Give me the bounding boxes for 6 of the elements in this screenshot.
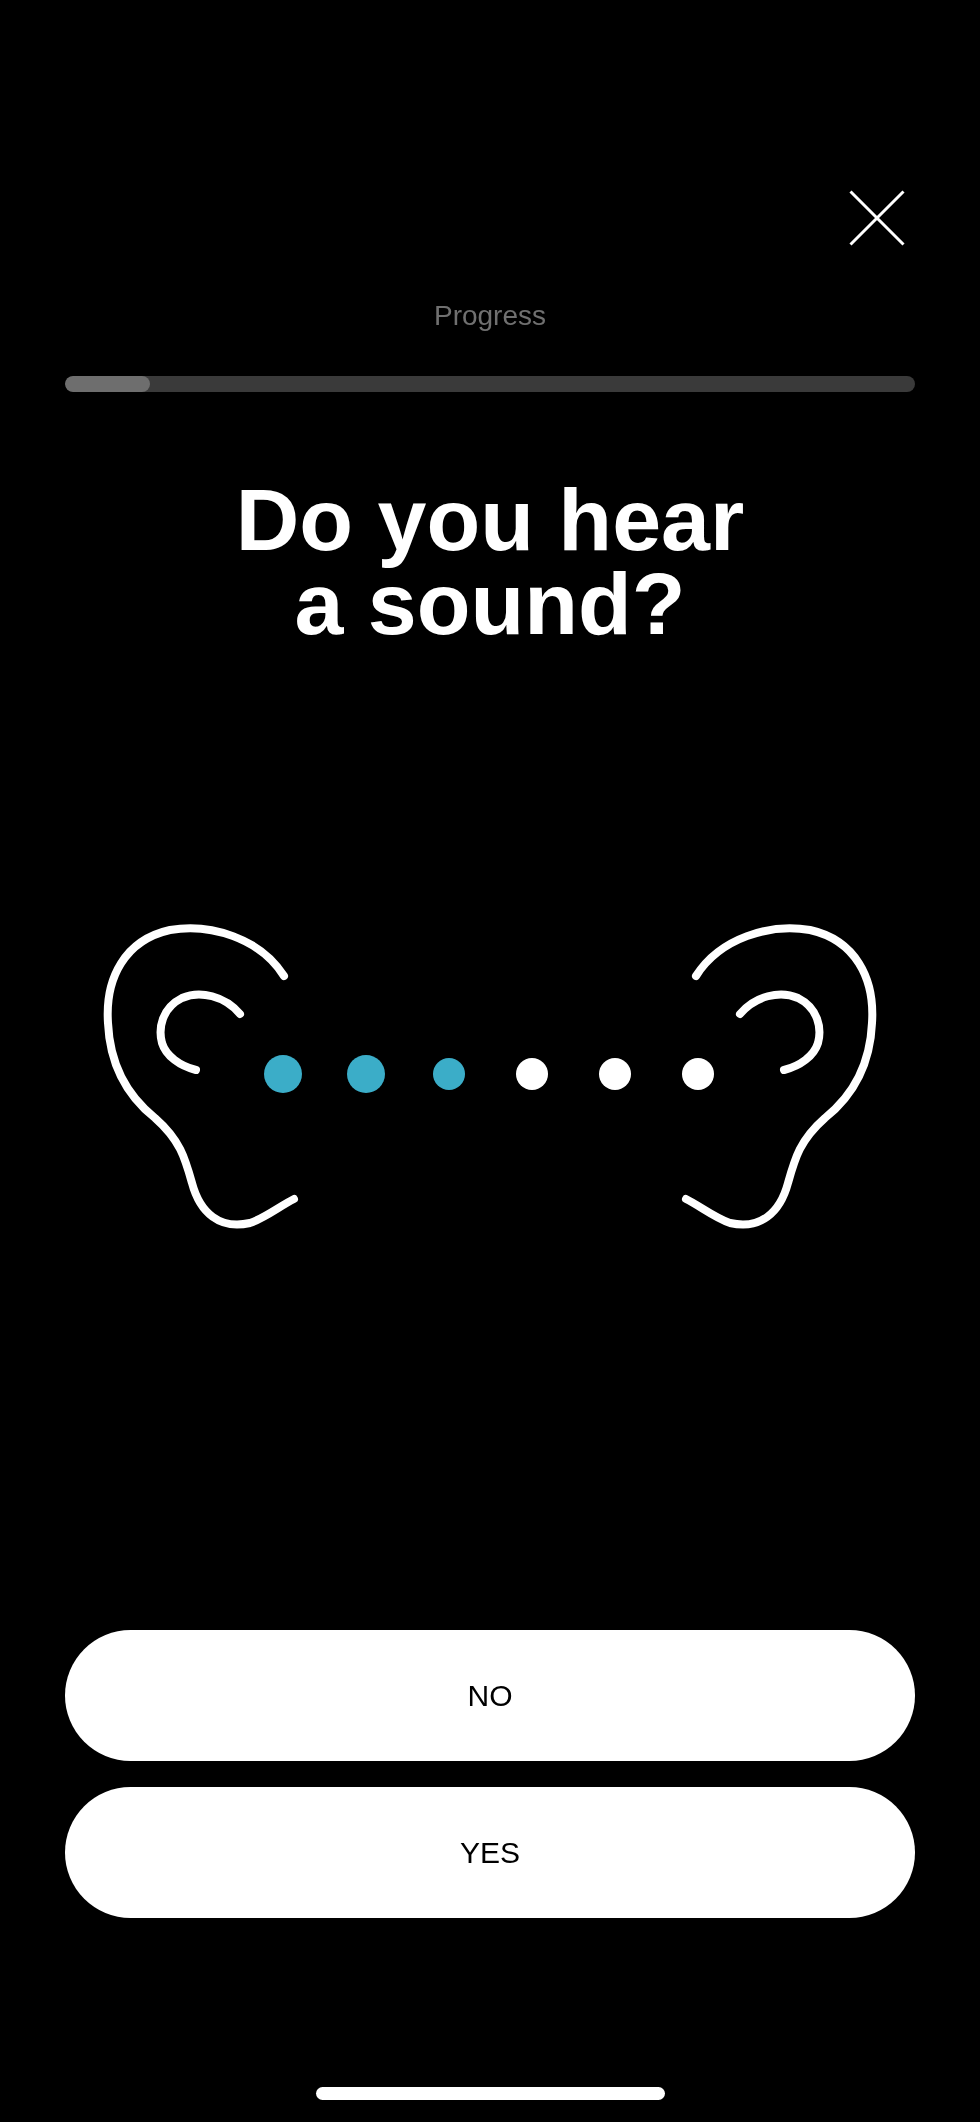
- question-title: Do you hear a sound?: [234, 478, 746, 646]
- answer-button[interactable]: YES: [65, 1787, 915, 1918]
- answer-button[interactable]: NO: [65, 1630, 915, 1761]
- close-button[interactable]: [849, 190, 905, 246]
- progress-label: Progress: [433, 300, 546, 332]
- close-icon: [849, 190, 905, 246]
